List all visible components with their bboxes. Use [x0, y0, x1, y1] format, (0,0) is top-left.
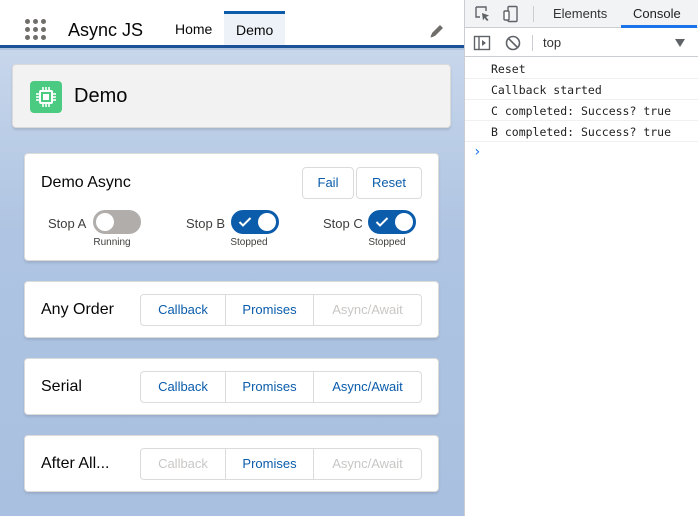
after-all-promises-button[interactable]: Promises: [225, 448, 314, 480]
serial-callback-button[interactable]: Callback: [140, 371, 226, 403]
serial-promises-button[interactable]: Promises: [225, 371, 314, 403]
serial-async-await-button[interactable]: Async/Await: [313, 371, 422, 403]
check-icon: [238, 217, 252, 227]
active-tab-indicator: [621, 25, 697, 28]
console-log-entry: Callback started: [465, 80, 698, 100]
chevron-down-icon[interactable]: [675, 39, 685, 47]
app-title: Async JS: [68, 20, 144, 40]
tab-elements[interactable]: Elements: [553, 6, 607, 21]
nav-tab-home[interactable]: Home: [163, 11, 224, 45]
toggle-label-stop-b: Stop B: [186, 216, 226, 231]
check-icon: [375, 217, 389, 227]
after-all-callback-button[interactable]: Callback: [140, 448, 226, 480]
tab-console[interactable]: Console: [633, 6, 681, 21]
card-title: Demo Async: [41, 174, 131, 191]
context-select[interactable]: top: [543, 35, 561, 50]
app-pane: Async JS Home Demo Demo Demo Async Fail …: [0, 0, 464, 516]
inspect-element-icon[interactable]: [474, 5, 492, 23]
toggle-status-c: Stopped: [368, 237, 406, 248]
after-all-card: After All... Callback Promises Async/Awa…: [24, 435, 439, 492]
divider: [533, 6, 534, 22]
edit-pencil-icon[interactable]: [428, 22, 446, 40]
card-title: Any Order: [41, 301, 114, 318]
any-order-promises-button[interactable]: Promises: [225, 294, 314, 326]
stop-a-toggle[interactable]: [93, 210, 141, 234]
nav-tab-demo[interactable]: Demo: [224, 11, 286, 45]
page-title: Demo: [74, 85, 128, 107]
page-header: Demo: [12, 64, 451, 128]
console-log-entry: B completed: Success? true: [465, 122, 698, 142]
fail-button[interactable]: Fail: [302, 167, 354, 199]
global-header: Async JS Home Demo: [0, 0, 464, 48]
console-toolbar: top: [465, 29, 698, 57]
devtools-pane: Elements Console top Reset Callback star…: [464, 0, 698, 516]
device-toolbar-icon[interactable]: [502, 5, 520, 23]
divider: [532, 35, 533, 51]
stop-c-toggle[interactable]: [368, 210, 416, 234]
after-all-async-await-button[interactable]: Async/Await: [313, 448, 422, 480]
console-prompt-icon[interactable]: ›: [473, 144, 481, 160]
toggle-label-stop-a: Stop A: [48, 216, 87, 231]
sidebar-toggle-icon[interactable]: [473, 34, 491, 52]
devtools-tabbar: Elements Console: [465, 0, 698, 28]
toggle-label-stop-c: Stop C: [323, 216, 363, 231]
any-order-callback-button[interactable]: Callback: [140, 294, 226, 326]
toggle-status-b: Stopped: [230, 237, 268, 248]
serial-card: Serial Callback Promises Async/Await: [24, 358, 439, 415]
chip-icon: [30, 81, 62, 113]
console-log-entry: C completed: Success? true: [465, 101, 698, 121]
app-launcher-icon[interactable]: [25, 19, 47, 41]
console-log-entry: Reset: [465, 59, 698, 79]
stop-b-toggle[interactable]: [231, 210, 279, 234]
demo-async-card: Demo Async Fail Reset Stop A Running Sto…: [24, 153, 439, 261]
any-order-card: Any Order Callback Promises Async/Await: [24, 281, 439, 338]
card-title: Serial: [41, 378, 82, 395]
reset-button[interactable]: Reset: [356, 167, 422, 199]
clear-console-icon[interactable]: [504, 34, 522, 52]
toggle-status-a: Running: [93, 237, 131, 248]
card-title: After All...: [41, 455, 110, 472]
any-order-async-await-button[interactable]: Async/Await: [313, 294, 422, 326]
